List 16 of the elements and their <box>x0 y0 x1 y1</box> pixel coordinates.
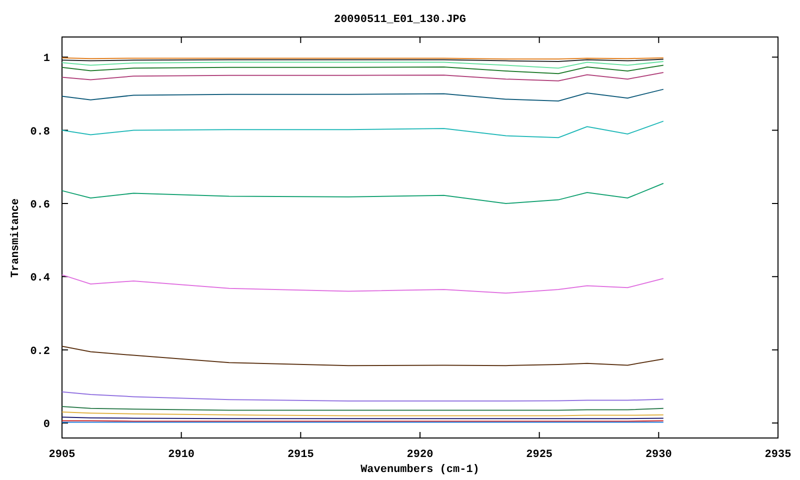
chart-title: 20090511_E01_130.JPG <box>334 14 466 26</box>
tick-label: 0.2 <box>30 346 50 358</box>
tick-label: 2920 <box>406 449 434 461</box>
x-axis-label: Wavenumbers (cm-1) <box>360 464 480 476</box>
tick-label: 2935 <box>764 449 792 461</box>
tick-label: 2910 <box>168 449 195 461</box>
tick-label: 0.8 <box>30 126 50 138</box>
tick-label: 2930 <box>645 449 672 461</box>
tick-label: 1 <box>43 53 50 66</box>
tick-label: 2925 <box>526 449 553 461</box>
tick-label: 0.6 <box>30 199 50 212</box>
tick-label: 2915 <box>287 449 314 461</box>
tick-label: 2905 <box>48 449 76 461</box>
y-axis-label: Transmitance <box>10 198 22 278</box>
tick-label: 0.4 <box>30 272 50 285</box>
tick-label: 0 <box>43 419 50 431</box>
